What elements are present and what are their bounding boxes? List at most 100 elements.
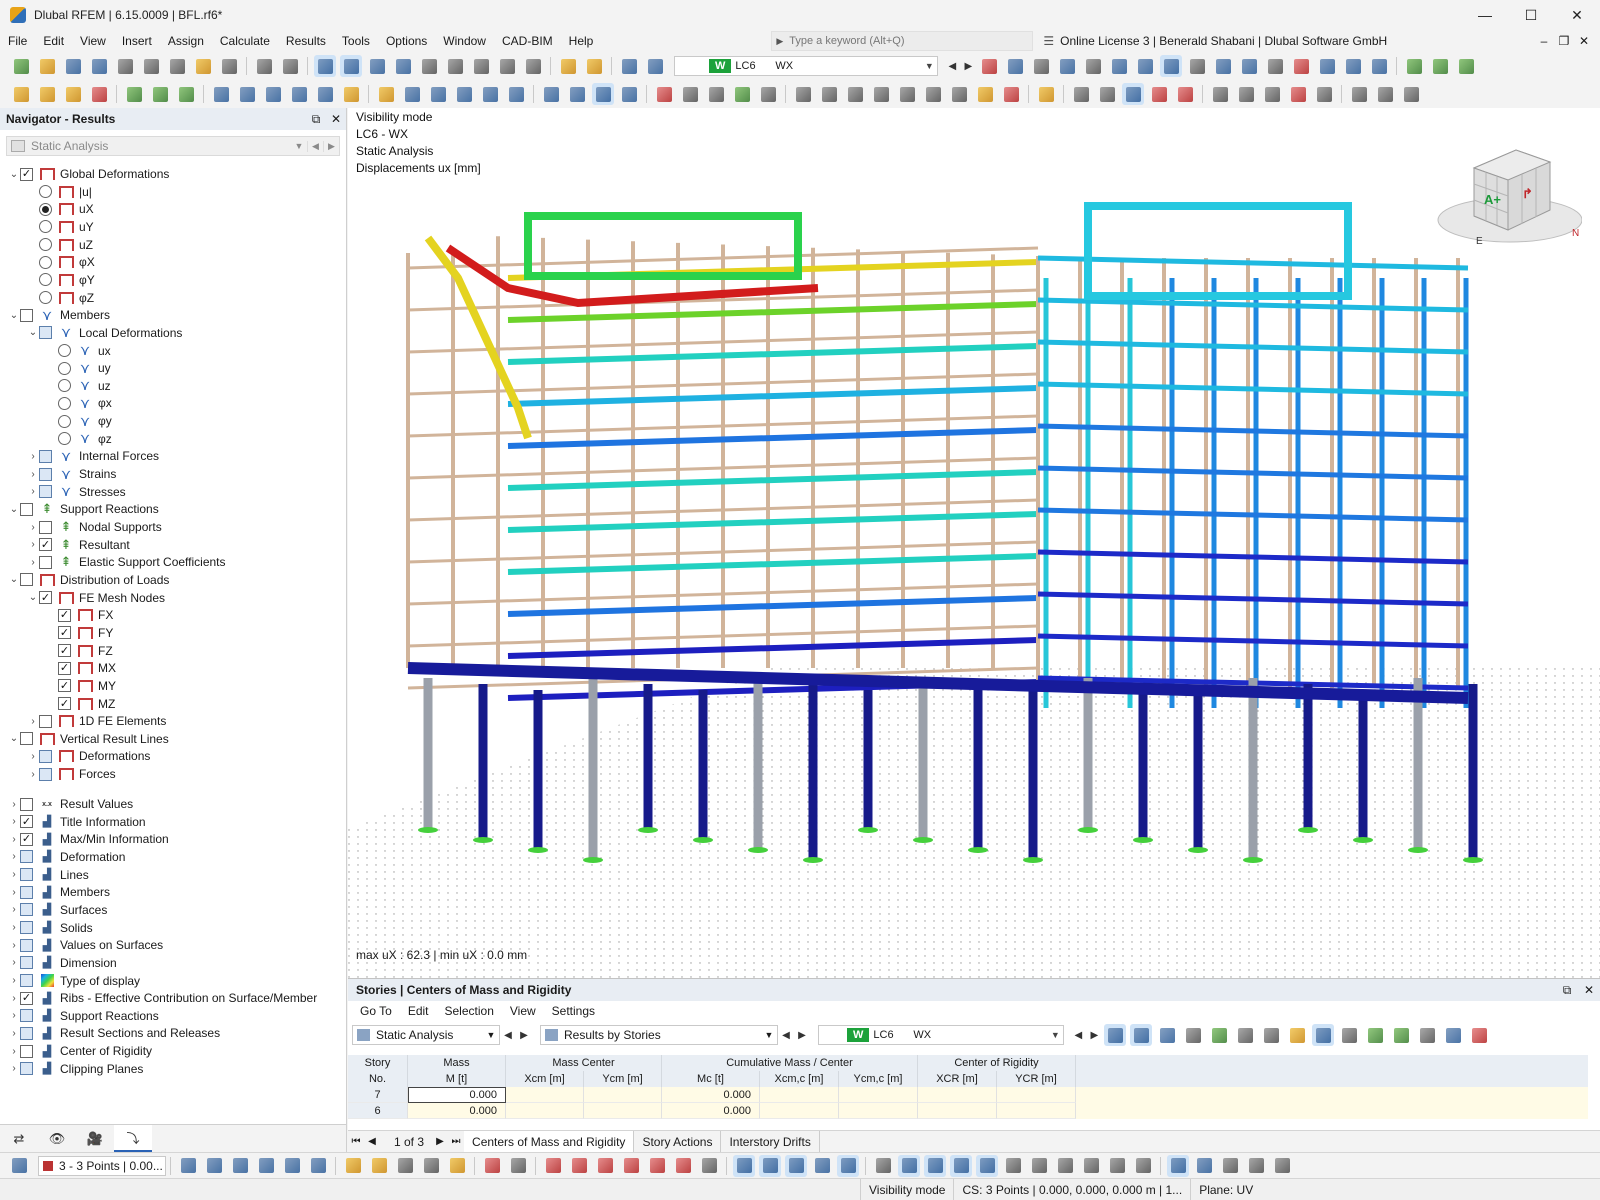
table-display-icon[interactable]	[1134, 55, 1156, 77]
snap-grid-icon[interactable]	[818, 83, 840, 105]
chevron-down-icon[interactable]: ⌄	[27, 327, 39, 338]
license-info[interactable]: ☰ Online License 3 | Benerald Shabani | …	[1043, 34, 1387, 48]
render-mode-icon[interactable]	[1148, 83, 1170, 105]
filter-select-icon[interactable]	[540, 83, 562, 105]
delete-icon[interactable]	[1290, 55, 1312, 77]
layer2-icon[interactable]	[1374, 83, 1396, 105]
number-icon[interactable]	[507, 1155, 529, 1177]
checkbox[interactable]	[20, 991, 33, 1005]
grid-snap-icon[interactable]	[1096, 83, 1118, 105]
opening-icon[interactable]	[236, 83, 258, 105]
checkbox[interactable]	[58, 644, 71, 658]
chevron-right-icon[interactable]: ›	[8, 851, 20, 862]
checkbox[interactable]	[20, 850, 33, 864]
xyz-icon[interactable]	[420, 1155, 442, 1177]
table-toggle-icon[interactable]	[340, 55, 362, 77]
snap-toggle-10-icon[interactable]	[1132, 1155, 1154, 1177]
doc-restore-button[interactable]: ❐	[1554, 34, 1574, 48]
chevron-right-icon[interactable]: ›	[27, 539, 39, 550]
table-menu-goto[interactable]: Go To	[352, 1004, 400, 1018]
radio-button[interactable]	[39, 255, 52, 269]
tree-item[interactable]: › Center of Rigidity	[8, 1042, 152, 1060]
tree-item[interactable]: › Title Information	[8, 813, 145, 831]
table-values-icon[interactable]	[1182, 1024, 1204, 1046]
tree-item[interactable]: › Internal Forces	[27, 447, 159, 465]
checkbox[interactable]	[58, 661, 71, 675]
tab-centers-of-mass[interactable]: Centers of Mass and Rigidity	[464, 1130, 635, 1153]
tab-story-actions[interactable]: Story Actions	[634, 1130, 722, 1153]
maximize-button[interactable]: ☐	[1508, 0, 1554, 30]
snap-surface-toggle-icon[interactable]	[837, 1154, 859, 1177]
tree-item[interactable]: › Surfaces	[8, 901, 107, 919]
snap-icon[interactable]	[792, 83, 814, 105]
chevron-right-icon[interactable]: ›	[8, 940, 20, 951]
menu-file[interactable]: File	[0, 34, 35, 48]
chevron-right-icon[interactable]: ›	[27, 716, 39, 727]
checkbox[interactable]	[20, 167, 33, 181]
chevron-right-icon[interactable]: ›	[27, 486, 39, 497]
tree-item[interactable]: › Ribs - Effective Contribution on Surfac…	[8, 989, 317, 1007]
chevron-right-icon[interactable]: ›	[8, 1063, 20, 1074]
checkbox[interactable]	[20, 921, 33, 935]
coordinate-system-icon[interactable]	[8, 1155, 30, 1177]
checkbox[interactable]	[20, 815, 33, 829]
table-row[interactable]: 6 0.000 0.000	[348, 1103, 1588, 1119]
cell-ycmc[interactable]	[839, 1087, 918, 1103]
menu-calculate[interactable]: Calculate	[212, 34, 278, 48]
checkbox[interactable]	[39, 767, 52, 781]
tree-item[interactable]: ⌄ Local Deformations	[27, 324, 183, 342]
table-row[interactable]: 7 0.000 0.000	[348, 1087, 1588, 1103]
previous-icon[interactable]: ◀	[500, 1030, 516, 1041]
surface-result-icon[interactable]	[679, 83, 701, 105]
cell-ycr[interactable]	[997, 1087, 1076, 1103]
deform-icon[interactable]	[1030, 55, 1052, 77]
mirror-icon[interactable]	[453, 83, 475, 105]
select-active-icon[interactable]	[592, 83, 614, 105]
camera-icon[interactable]	[1313, 83, 1335, 105]
snap-line-toggle-icon[interactable]	[785, 1154, 807, 1177]
checkbox[interactable]	[20, 1009, 33, 1023]
table-menu-selection[interactable]: Selection	[437, 1004, 502, 1018]
divide-icon[interactable]	[505, 83, 527, 105]
guide-display-icon[interactable]	[1245, 1155, 1267, 1177]
settings-icon[interactable]	[522, 55, 544, 77]
member-result-icon[interactable]	[653, 83, 675, 105]
checkbox[interactable]	[39, 555, 52, 569]
color-display-icon[interactable]	[1035, 83, 1057, 105]
checkbox[interactable]	[20, 868, 33, 882]
solid-icon[interactable]	[1368, 55, 1390, 77]
radio-button[interactable]	[58, 379, 71, 393]
tab-results-icon[interactable]: ⤵	[114, 1125, 152, 1152]
previous-icon[interactable]: ◀	[778, 1030, 794, 1041]
tree-item[interactable]: φy	[46, 412, 112, 430]
table-select-icon[interactable]	[1104, 1024, 1127, 1046]
cell-xcmc[interactable]	[760, 1087, 839, 1103]
radio-button[interactable]	[39, 291, 52, 305]
chevron-right-icon[interactable]: ›	[27, 769, 39, 780]
snap-center-icon[interactable]	[948, 83, 970, 105]
snap-mid-toggle-icon[interactable]	[811, 1155, 833, 1177]
layer-icon[interactable]	[1348, 83, 1370, 105]
load-icon[interactable]	[340, 83, 362, 105]
table-undock-icon[interactable]: ⧉	[1556, 983, 1578, 998]
animation-icon[interactable]	[1212, 55, 1234, 77]
axis-y-icon[interactable]	[1429, 55, 1451, 77]
minimize-button[interactable]: —	[1462, 0, 1508, 30]
tree-item[interactable]: ⌄ Support Reactions	[8, 500, 159, 518]
cell-mc[interactable]: 0.000	[662, 1087, 760, 1103]
move-icon[interactable]	[401, 83, 423, 105]
next-page-icon[interactable]: ▶	[432, 1136, 448, 1147]
tree-item[interactable]: › Solids	[8, 919, 92, 937]
previous-page-icon[interactable]: ◀	[364, 1136, 380, 1147]
thickness-icon[interactable]	[262, 83, 284, 105]
chevron-right-icon[interactable]: ›	[8, 1046, 20, 1057]
checkbox[interactable]	[58, 679, 71, 693]
result-values-icon[interactable]	[1186, 55, 1208, 77]
cell-xcmc[interactable]	[760, 1103, 839, 1119]
sections-icon[interactable]	[1238, 55, 1260, 77]
first-page-icon[interactable]: ⏮	[348, 1136, 364, 1147]
box-select-icon[interactable]	[566, 83, 588, 105]
tree-item[interactable]: uz	[46, 377, 111, 395]
axis-z-icon[interactable]	[1455, 55, 1477, 77]
values-icon[interactable]	[1082, 55, 1104, 77]
